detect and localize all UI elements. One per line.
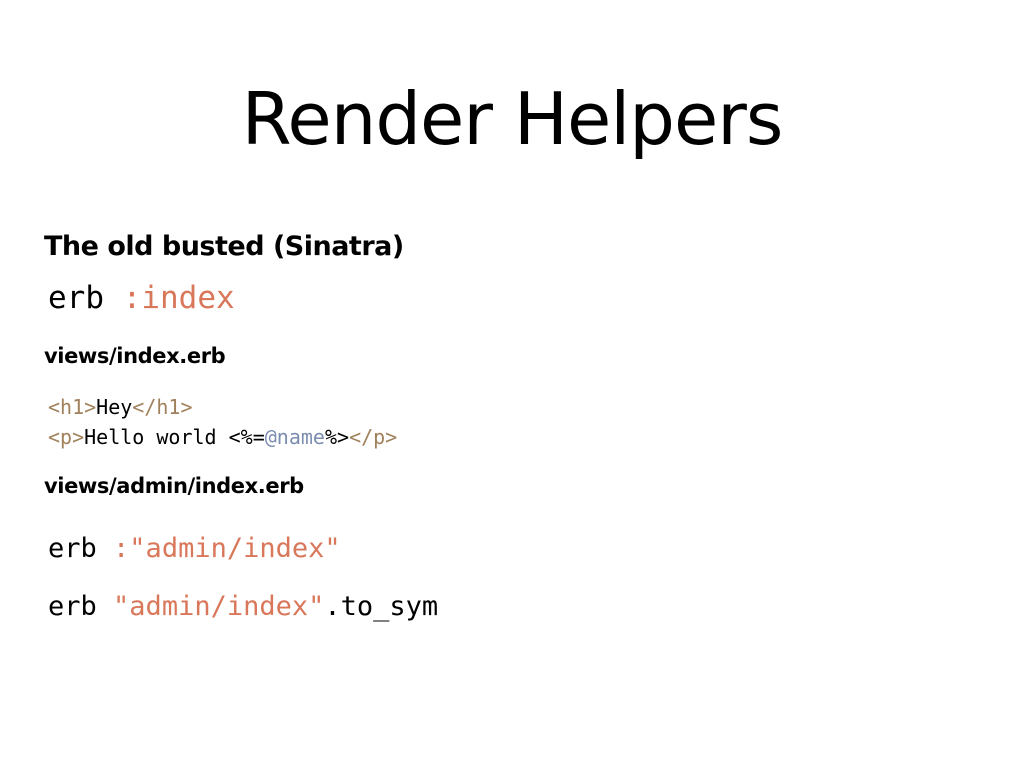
code-method: .to_sym bbox=[324, 591, 439, 622]
html-close-tag: </h1> bbox=[132, 395, 193, 419]
erb-open-tag: <%= bbox=[228, 425, 265, 449]
html-close-tag: </p> bbox=[349, 425, 398, 449]
code-keyword: erb bbox=[48, 591, 97, 622]
code-line-paragraph: <p>Hello world <%=@name%></p> bbox=[48, 422, 397, 452]
code-line-erb-admin-to-sym: erb "admin/index".to_sym bbox=[48, 590, 438, 624]
code-symbol: :"admin/index" bbox=[113, 533, 341, 564]
file-heading-admin-index-erb: views/admin/index.erb bbox=[44, 474, 304, 498]
slide: Render Helpers The old busted (Sinatra) … bbox=[0, 0, 1024, 768]
html-text: Hello world bbox=[84, 425, 229, 449]
file-heading-index-erb: views/index.erb bbox=[44, 344, 226, 368]
code-keyword: erb bbox=[48, 533, 97, 564]
code-line-erb-admin-symbol: erb :"admin/index" bbox=[48, 532, 341, 566]
section-heading-sinatra: The old busted (Sinatra) bbox=[44, 231, 404, 262]
erb-close-tag: %> bbox=[324, 425, 350, 449]
html-open-tag: <p> bbox=[48, 425, 85, 449]
code-line-h1: <h1>Hey</h1> bbox=[48, 392, 193, 422]
html-open-tag: <h1> bbox=[48, 395, 97, 419]
instance-variable: @name bbox=[264, 425, 325, 449]
code-keyword: erb bbox=[48, 280, 104, 316]
code-symbol: :index bbox=[122, 280, 235, 316]
html-text: Hey bbox=[96, 395, 133, 419]
code-string: "admin/index" bbox=[113, 591, 325, 622]
slide-title: Render Helpers bbox=[241, 77, 784, 161]
code-line-erb-index: erb :index bbox=[48, 279, 235, 317]
